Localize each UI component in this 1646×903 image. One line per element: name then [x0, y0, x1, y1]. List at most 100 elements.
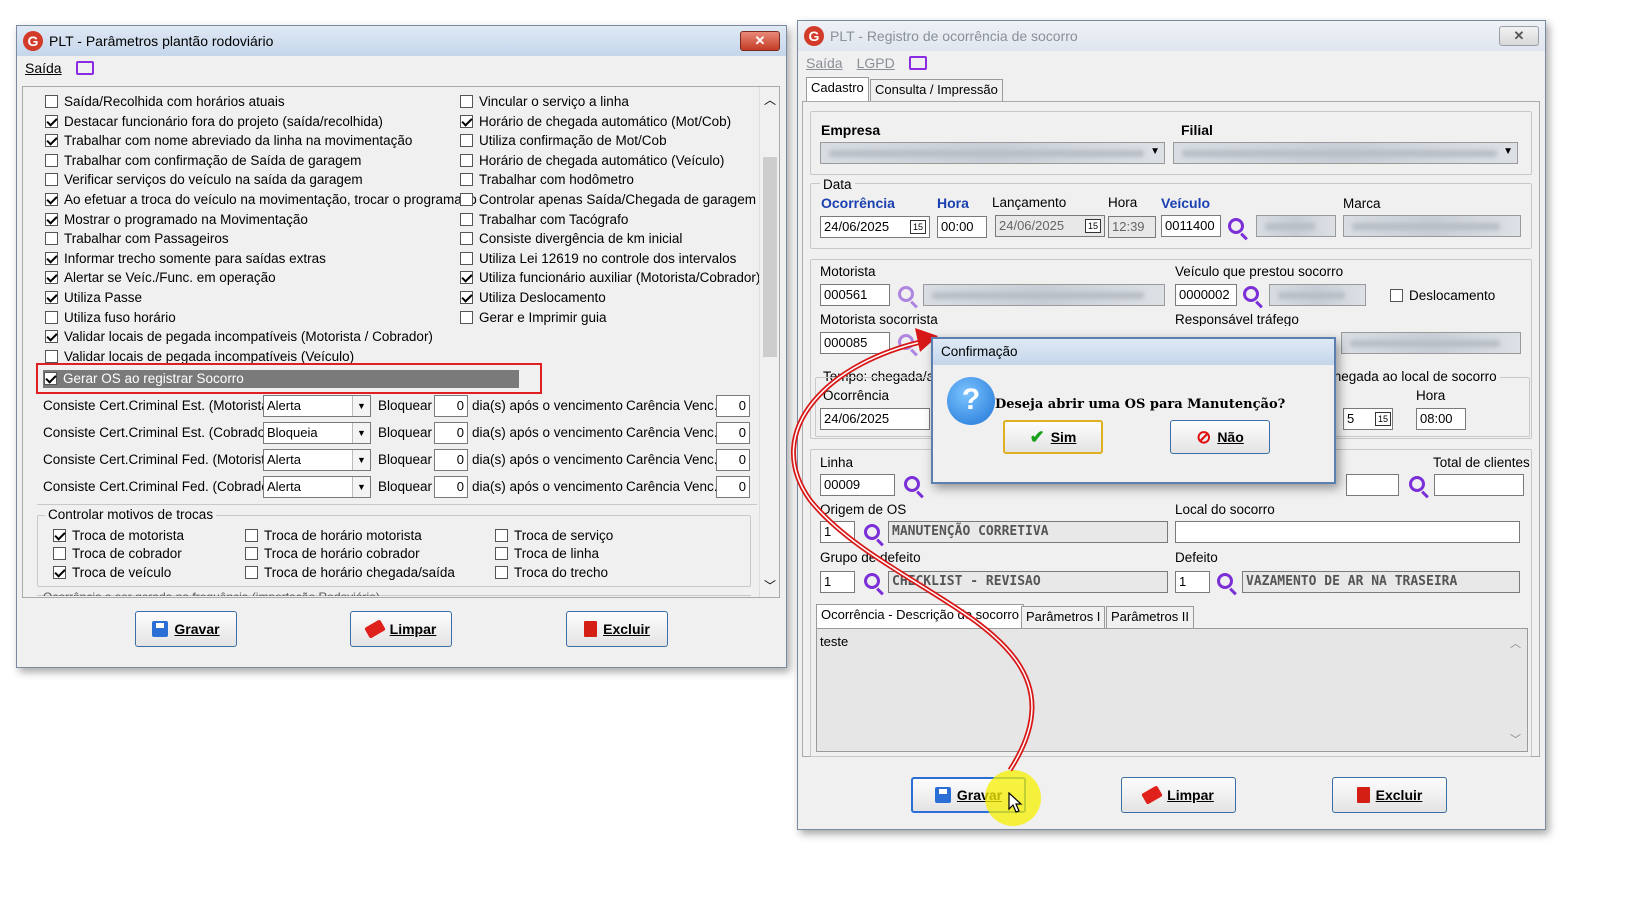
monitor-icon[interactable] — [908, 56, 927, 70]
troca-option-5[interactable]: Troca de horário chegada/saída — [245, 565, 455, 580]
carencia-field[interactable]: 0 — [716, 395, 750, 417]
option-right-11[interactable]: Gerar e Imprimir guia — [460, 310, 607, 325]
menu-lgpd[interactable]: LGPD — [857, 55, 895, 71]
close-button[interactable]: ✕ — [740, 31, 780, 51]
veiculo-field[interactable]: 0011400 — [1161, 215, 1221, 237]
search-icon[interactable] — [1228, 218, 1244, 234]
limpar-button[interactable]: Limpar — [350, 611, 452, 647]
menu-saida[interactable]: Saída — [806, 55, 843, 71]
cert-days-field[interactable]: 0 — [434, 422, 468, 444]
option-left-1[interactable]: Destacar funcionário fora do projeto (sa… — [45, 114, 383, 129]
checkbox[interactable] — [460, 153, 473, 167]
option-right-4[interactable]: Trabalhar com hodômetro — [460, 172, 634, 187]
cert-mode-select[interactable]: Alerta ▼ — [263, 449, 371, 471]
checkbox[interactable] — [460, 95, 473, 108]
checkbox[interactable] — [45, 349, 58, 363]
checkbox[interactable] — [245, 566, 258, 579]
checkbox[interactable] — [45, 193, 58, 206]
memo-scroll-up-icon[interactable]: ︿ — [1510, 635, 1521, 651]
hora-field[interactable]: 00:00 — [937, 216, 987, 238]
dialog-titlebar[interactable]: Confirmação — [933, 339, 1334, 365]
checkbox[interactable] — [495, 566, 508, 579]
checkbox[interactable] — [45, 310, 58, 324]
limpar-button[interactable]: Limpar — [1121, 777, 1236, 813]
troca-option-1[interactable]: Troca de cobrador — [53, 546, 182, 561]
option-right-9[interactable]: Utiliza funcionário auxiliar (Motorista/… — [460, 270, 760, 285]
checkbox[interactable] — [460, 232, 473, 246]
option-left-12[interactable]: Validar locais de pegada incompatíveis (… — [45, 329, 433, 344]
option-right-8[interactable]: Utiliza Lei 12619 no controle dos interv… — [460, 251, 736, 266]
hora3-field[interactable]: 08:00 — [1416, 408, 1466, 430]
option-left-6[interactable]: Mostrar o programado na Movimentação — [45, 212, 308, 227]
checkbox[interactable] — [45, 173, 58, 187]
gravar-button[interactable]: Gravar — [135, 611, 237, 647]
checkbox[interactable] — [53, 566, 66, 579]
option-left-9[interactable]: Alertar se Veíc./Func. em operação — [45, 270, 276, 285]
cert-days-field[interactable]: 0 — [434, 449, 468, 471]
filial-select[interactable]: ▼ — [1173, 142, 1518, 164]
total-clientes-field[interactable] — [1434, 474, 1524, 496]
scroll-up-icon[interactable]: ︿ — [764, 91, 776, 108]
checkbox[interactable] — [495, 547, 508, 560]
monitor-icon[interactable] — [75, 61, 94, 75]
option-right-10[interactable]: Utiliza Deslocamento — [460, 290, 606, 305]
option-left-13[interactable]: Validar locais de pegada incompatíveis (… — [45, 349, 354, 364]
deslocamento-checkbox[interactable]: Deslocamento — [1390, 288, 1495, 303]
checkbox[interactable] — [460, 291, 473, 304]
troca-option-3[interactable]: Troca de horário motorista — [245, 528, 422, 543]
checkbox[interactable] — [460, 310, 473, 324]
option-left-0[interactable]: Saída/Recolhida com horários atuais — [45, 94, 285, 109]
troca-option-8[interactable]: Troca do trecho — [495, 565, 608, 580]
memo-scroll-down-icon[interactable]: ﹀ — [1510, 731, 1521, 747]
empresa-select[interactable]: ▼ — [820, 142, 1165, 164]
checkbox[interactable] — [460, 134, 473, 148]
checkbox[interactable] — [1390, 289, 1403, 302]
checkbox[interactable] — [45, 251, 58, 265]
carencia-field[interactable]: 0 — [716, 476, 750, 498]
checkbox[interactable] — [460, 251, 473, 265]
excluir-button[interactable]: Excluir — [566, 611, 668, 647]
carencia-field[interactable]: 0 — [716, 449, 750, 471]
option-right-2[interactable]: Utiliza confirmação de Mot/Cob — [460, 133, 667, 148]
checkbox[interactable] — [245, 529, 258, 542]
checkbox[interactable] — [45, 95, 58, 108]
option-right-1[interactable]: Horário de chegada automático (Mot/Cob) — [460, 114, 731, 129]
cert-days-field[interactable]: 0 — [434, 395, 468, 417]
parametros-titlebar[interactable]: G PLT - Parâmetros plantão rodoviário — [17, 26, 786, 56]
option-right-7[interactable]: Consiste divergência de km inicial — [460, 231, 682, 246]
dialog-no-button[interactable]: ⊘ Não — [1170, 420, 1270, 454]
tab-cadastro[interactable]: Cadastro — [806, 77, 869, 101]
veiculo-socorro-field[interactable]: 0000002 — [1175, 284, 1237, 306]
option-right-3[interactable]: Horário de chegada automático (Veículo) — [460, 153, 724, 168]
chevron-down-icon[interactable]: ▼ — [352, 423, 370, 443]
search-icon[interactable] — [1243, 286, 1259, 302]
cert-mode-select[interactable]: Bloqueia ▼ — [263, 422, 371, 444]
checkbox[interactable] — [45, 153, 58, 167]
excluir-button[interactable]: Excluir — [1332, 777, 1447, 813]
checkbox[interactable] — [460, 114, 473, 128]
calendar-icon[interactable]: 15 — [1375, 412, 1391, 426]
checkbox[interactable] — [460, 193, 473, 206]
option-right-6[interactable]: Trabalhar com Tacógrafo — [460, 212, 628, 227]
option-right-5[interactable]: Controlar apenas Saída/Chegada de garage… — [460, 192, 756, 207]
linha-extra-field[interactable] — [1346, 474, 1399, 496]
option-left-11[interactable]: Utiliza fuso horário — [45, 310, 176, 325]
tab-consulta[interactable]: Consulta / Impressão — [870, 79, 1003, 101]
menu-saida[interactable]: Saída — [25, 60, 62, 76]
checkbox[interactable] — [45, 114, 58, 128]
option-left-5[interactable]: Ao efetuar a troca do veículo na movimen… — [45, 192, 477, 207]
troca-option-2[interactable]: Troca de veículo — [53, 565, 171, 580]
close-button[interactable]: ✕ — [1499, 26, 1539, 46]
carencia-field[interactable]: 0 — [716, 422, 750, 444]
checkbox[interactable] — [45, 232, 58, 246]
chevron-down-icon[interactable]: ▼ — [352, 450, 370, 470]
checkbox[interactable] — [245, 547, 258, 560]
option-left-4[interactable]: Verificar serviços do veículo na saída d… — [45, 172, 363, 187]
option-left-8[interactable]: Informar trecho somente para saídas extr… — [45, 251, 326, 266]
option-left-7[interactable]: Trabalhar com Passageiros — [45, 231, 229, 246]
checkbox[interactable] — [45, 330, 58, 344]
cert-mode-select[interactable]: Alerta ▼ — [263, 395, 371, 417]
chevron-down-icon[interactable]: ▼ — [352, 477, 370, 497]
option-left-2[interactable]: Trabalhar com nome abreviado da linha na… — [45, 133, 412, 148]
checkbox[interactable] — [45, 212, 58, 226]
